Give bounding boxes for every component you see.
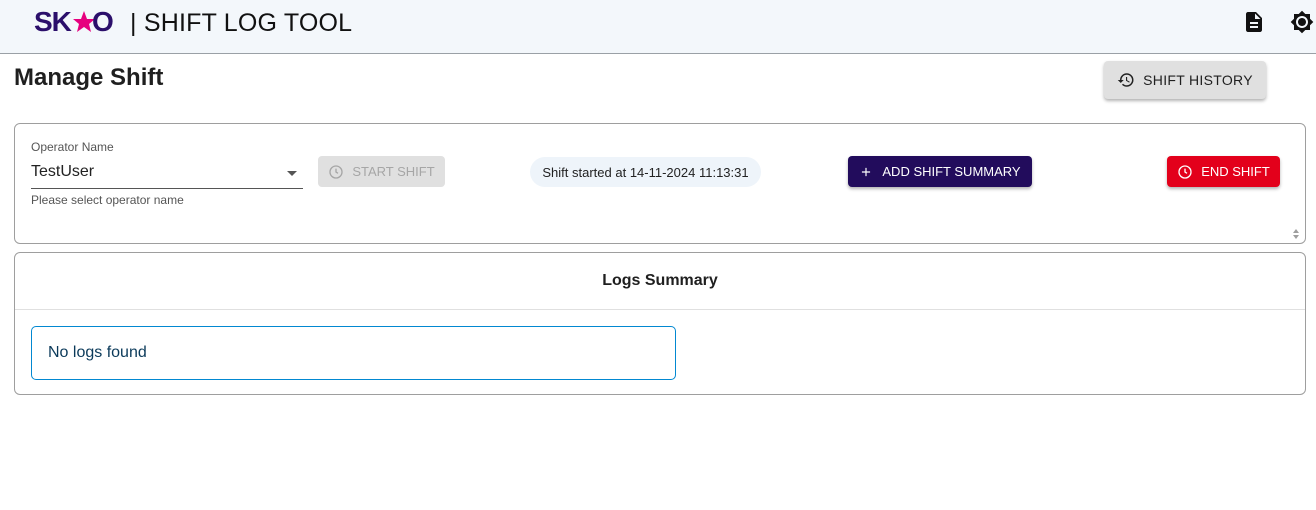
operator-name-value: TestUser <box>31 163 95 180</box>
end-shift-label: END SHIFT <box>1201 164 1270 179</box>
no-logs-alert: No logs found <box>31 326 676 380</box>
history-icon <box>1117 73 1134 87</box>
add-shift-summary-button[interactable]: ADD SHIFT SUMMARY <box>848 156 1032 187</box>
theme-toggle-icon[interactable] <box>1290 10 1314 34</box>
plus-icon <box>862 167 871 176</box>
add-shift-summary-label: ADD SHIFT SUMMARY <box>882 164 1021 179</box>
page-title: Manage Shift <box>14 64 164 91</box>
resize-handle-icon[interactable] <box>1292 227 1300 241</box>
app-title: | SHIFT LOG TOOL <box>130 9 353 37</box>
shift-started-chip: Shift started at 14-11-2024 11:13:31 <box>530 157 761 187</box>
skao-logo: SK O <box>34 7 114 37</box>
start-shift-label: START SHIFT <box>352 164 435 179</box>
start-shift-button[interactable]: START SHIFT <box>318 156 445 187</box>
shift-history-label: SHIFT HISTORY <box>1143 72 1253 88</box>
shift-history-button[interactable]: SHIFT HISTORY <box>1104 61 1266 99</box>
svg-text:SK: SK <box>34 7 72 37</box>
clock-icon <box>329 164 343 179</box>
no-logs-text: No logs found <box>48 344 147 361</box>
clock-icon <box>1178 164 1192 179</box>
logs-summary-title: Logs Summary <box>15 253 1305 310</box>
operator-name-label: Operator Name <box>31 140 114 154</box>
svg-text:O: O <box>92 7 113 37</box>
end-shift-button[interactable]: END SHIFT <box>1167 156 1280 187</box>
logs-summary-panel: Logs Summary No logs found <box>14 252 1306 395</box>
shift-panel: Operator Name TestUser Please select ope… <box>14 123 1306 244</box>
shift-started-text: Shift started at 14-11-2024 11:13:31 <box>542 164 749 180</box>
app-bar: SK O | SHIFT LOG TOOL <box>0 0 1316 54</box>
caret-down-icon <box>287 171 297 176</box>
document-icon[interactable] <box>1242 10 1266 34</box>
operator-name-helper: Please select operator name <box>31 193 184 207</box>
operator-name-select[interactable]: TestUser <box>31 158 303 189</box>
